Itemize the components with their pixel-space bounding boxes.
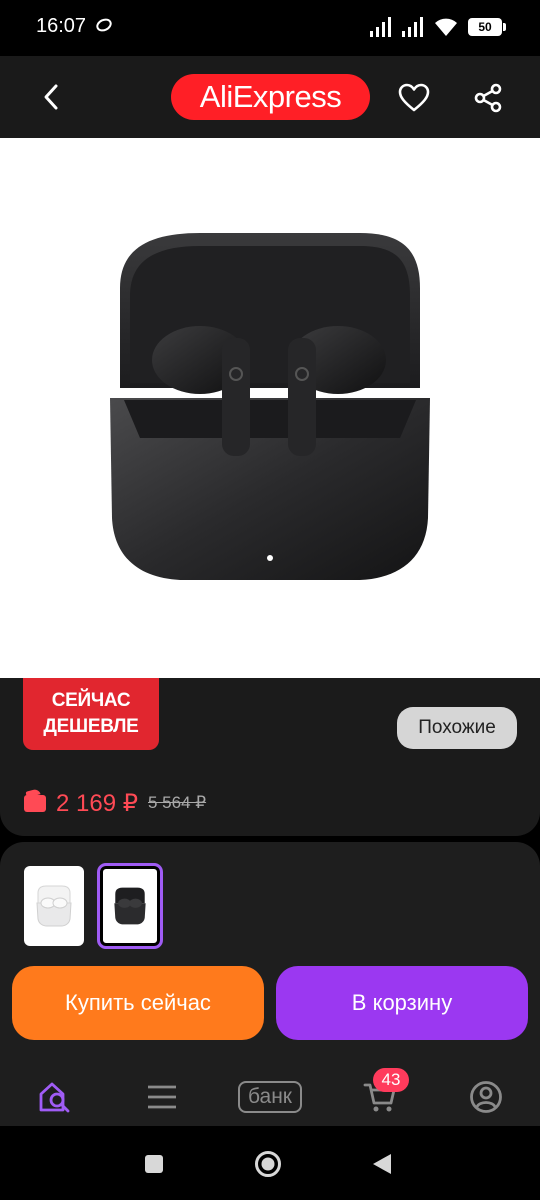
aliexpress-logo: AliExpress [171,74,370,120]
buy-now-button[interactable]: Купить сейчас [12,966,264,1040]
home-icon [255,1151,281,1177]
deal-badge-line2: ДЕШЕВЛЕ [43,716,139,737]
tab-bank[interactable]: банк [233,1074,307,1120]
tab-profile[interactable] [456,1074,516,1120]
similar-button[interactable]: Похожие [397,707,517,749]
recents-button[interactable] [136,1146,172,1182]
cart-badge: 43 [373,1068,409,1092]
system-back-button[interactable] [364,1146,400,1182]
share-button[interactable] [466,76,510,120]
variant-black[interactable] [97,863,163,949]
status-bar: 16:07 50 [0,0,540,56]
top-nav: AliExpress [0,56,540,138]
deal-badge-line1: СЕЙЧАС [51,690,131,711]
heart-icon [398,83,430,112]
variant-white-thumb [36,885,72,927]
product-image[interactable] [0,138,540,678]
battery-level: 50 [478,20,492,34]
notification-icon [94,16,114,34]
product-info-card: СЕЙЧАС ДЕШЕВЛЕ Похожие 2 169 ₽ 5 564 ₽ [0,678,540,836]
back-button[interactable] [30,76,72,118]
logo-text: AliExpress [199,79,342,114]
home-search-icon [39,1082,70,1113]
signal-icon [370,17,391,37]
variant-black-thumb [114,887,146,925]
battery-icon: 50 [468,18,506,36]
purchase-panel: Купить сейчас В корзину [0,842,540,1068]
add-to-cart-button[interactable]: В корзину [276,966,528,1040]
home-button[interactable] [248,1144,288,1184]
menu-icon [148,1085,176,1109]
profile-icon [470,1081,502,1113]
tab-catalog[interactable] [132,1074,192,1120]
deal-badge: СЕЙЧАС ДЕШЕВЛЕ [23,678,159,750]
earbuds-case-image [110,233,430,580]
tab-home-search[interactable] [25,1074,85,1120]
favorite-button[interactable] [392,76,436,120]
status-time: 16:07 [36,15,87,37]
wallet-icon [24,794,46,812]
variant-white[interactable] [24,866,84,946]
share-icon [474,83,502,113]
bank-label: банк [237,1081,302,1113]
price-old: 5 564 ₽ [148,793,207,812]
bottom-tab-bar: банк 43 [0,1068,540,1126]
price-row: 2 169 ₽ 5 564 ₽ [24,788,206,818]
price-current: 2 169 ₽ [56,789,138,817]
recents-icon [145,1155,163,1173]
system-nav-bar [0,1126,540,1200]
chevron-left-icon [44,84,58,110]
wifi-icon [435,18,457,36]
back-icon [373,1154,391,1174]
signal-icon [402,17,423,37]
status-icons: 50 [370,15,506,39]
